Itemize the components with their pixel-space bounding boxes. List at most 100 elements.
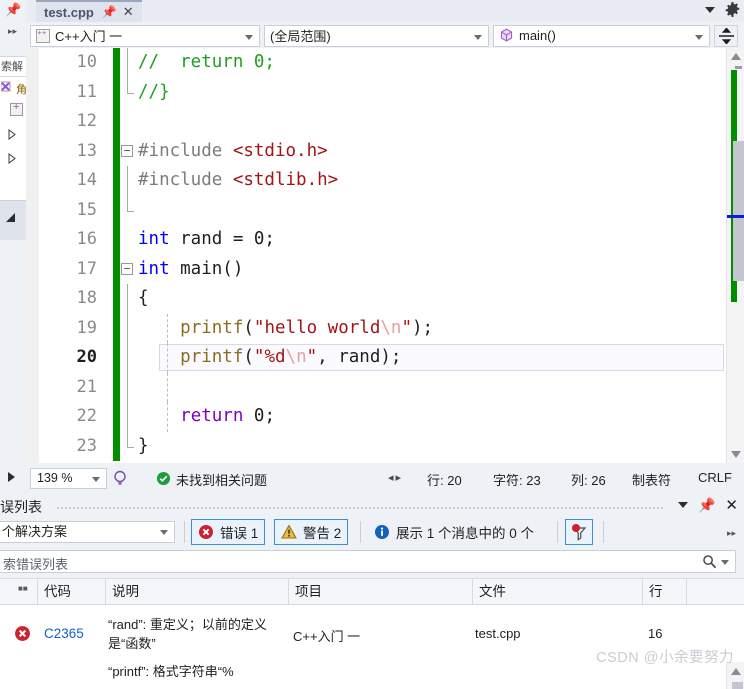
code-line[interactable]: 16 int rand = 0; [26,225,726,255]
errors-toggle-button[interactable]: 错误 1 [191,519,266,545]
scrollbar-thumb[interactable] [732,682,743,689]
column-header-project[interactable]: 项目 [289,579,473,605]
column-header-description[interactable]: 说明 [106,579,289,605]
toolbar-separator [557,521,558,543]
line-number: 12 [76,111,97,131]
cpp-project-icon [36,28,50,43]
code-token: \n [380,317,402,338]
overflow-dots-icon[interactable]: ▸▸ [8,26,17,37]
code-token: ( [243,347,254,367]
expand-right-arrow-icon[interactable] [8,472,15,482]
fold-guide-end [127,431,134,448]
fold-collapse-icon[interactable]: − [121,144,133,157]
code-line[interactable]: 12 [26,107,726,137]
cpp-project-icon [10,101,23,116]
status-char: 字符: 23 [493,473,541,488]
change-bar [113,77,120,107]
code-line-text: } [138,432,149,462]
error-search-box[interactable]: 索错误列表 [0,550,736,573]
tab-label: test.cpp [44,4,94,20]
editor-vertical-scrollbar[interactable] [726,48,744,463]
status-indent: 制表符 [632,473,672,488]
error-description: “rand”: 重定义；以前的定义是“函数” [108,617,267,651]
scroll-up-arrow-icon[interactable] [731,53,741,60]
scroll-up-arrow-icon[interactable] [731,668,741,675]
fold-collapse-icon[interactable]: − [121,262,133,275]
visual-studio-window: 📌 ▸▸ 索解 角 + test.cpp 📌 ✕ + + C++入门 一 (全局… [0,0,744,689]
code-line[interactable]: 11 //} [26,77,726,107]
line-number: 15 [76,199,97,220]
toolbar-overflow-icon[interactable]: ▸▸ [727,528,736,539]
chevron-down-icon [245,34,253,40]
scope-selector-combo[interactable]: (全局范围) [264,24,489,47]
error-code-link[interactable]: C2365 [44,626,84,641]
chevron-down-icon[interactable] [721,560,729,565]
pin-icon[interactable]: 📌 [5,3,21,17]
line-number: 19 [76,317,97,338]
tab-test-cpp[interactable]: test.cpp 📌 ✕ [36,0,142,22]
gear-icon[interactable] [725,2,740,17]
intellisense-bulb-icon[interactable] [112,470,128,486]
code-token: rand = 0; [169,229,275,249]
warnings-toggle-button[interactable]: 警告 2 [274,519,349,545]
tree-expander-row-2[interactable] [0,149,26,170]
fold-guide-end [127,195,134,212]
analysis-status-label: 未找到相关问题 [176,473,268,488]
code-line[interactable]: 23} [26,431,726,462]
code-line[interactable]: 20 printf("%d\n", rand); [26,343,726,373]
member-selector-combo[interactable]: main() [493,24,710,47]
close-icon[interactable]: ✕ [123,4,134,20]
project-node-row[interactable] [0,101,26,122]
code-text-area[interactable]: 10// return 0; 11//} 12 13− #include <stdio.… [26,48,726,463]
code-token: //} [138,81,170,102]
navigate-back-forward-icons[interactable]: ◂▸ [388,471,403,484]
column-header-severity[interactable]: ■■ [0,579,38,605]
error-list-toolbar: 个解决方案 错误 1 警告 2 展示 1 个消息中的 0 个 ▸▸ [0,518,744,548]
search-icon[interactable] [702,554,717,569]
chevron-down-icon[interactable] [677,502,688,508]
solution-explorer-sliver: 📌 ▸▸ 索解 角 [0,0,26,500]
code-line[interactable]: 10 // return 0; [26,48,726,78]
scroll-down-arrow-icon[interactable] [731,451,741,458]
zoom-level-combo[interactable]: 139 % [30,468,107,489]
tree-expander-row-1[interactable] [0,125,26,146]
pin-icon[interactable]: 📌 [102,5,117,19]
messages-toggle-button[interactable]: 展示 1 个消息中的 0 个 [367,519,541,545]
code-token: int [138,229,170,249]
column-header-file[interactable]: 文件 [473,579,643,605]
chevron-down-icon[interactable] [705,6,715,13]
scrollbar-thumb[interactable] [733,141,744,281]
solution-search-input[interactable]: 索解 [0,57,26,77]
code-line[interactable]: 18 { [26,284,726,314]
code-line[interactable]: 22 return 0; [26,402,726,432]
chevron-right-icon [8,153,16,164]
zoom-level-value: 139 % [37,471,73,485]
solution-node-row[interactable]: 角 [0,79,26,100]
column-header-line[interactable]: 行 [643,579,687,605]
pin-icon[interactable]: 📌 [698,497,715,514]
sliver-footer[interactable] [0,200,26,240]
code-line[interactable]: 14 #include <stdlib.h> [26,166,726,196]
code-line[interactable]: 15 [26,195,726,225]
code-token: " [306,347,318,367]
code-line[interactable]: 21 [26,372,726,402]
code-token: int [138,258,170,279]
warnings-count-label: 警告 2 [303,526,342,541]
column-header-code[interactable]: 代码 [38,579,106,605]
code-editor[interactable]: 10// return 0; 11//} 12 13− #include <stdio.… [26,48,744,463]
change-bar [113,254,120,284]
line-number: 23 [76,435,97,456]
project-selector-combo[interactable]: C++入门 一 [30,24,260,47]
split-view-button[interactable] [714,24,738,47]
close-icon[interactable]: ✕ [725,496,738,514]
scope-filter-combo[interactable]: 个解决方案 [0,521,175,543]
document-tab-strip: test.cpp 📌 ✕ [26,0,744,22]
solution-icon [1,81,11,92]
code-line[interactable]: 17 − int main() [26,254,726,284]
code-token: <stdio.h> [232,140,328,161]
code-line[interactable]: 19 printf("hello world\n"); [26,313,726,343]
error-line: 16 [648,626,663,641]
code-line-text: { [138,284,149,314]
filter-button[interactable] [565,519,593,545]
code-line[interactable]: 13 − #include <stdio.h> [26,136,726,166]
